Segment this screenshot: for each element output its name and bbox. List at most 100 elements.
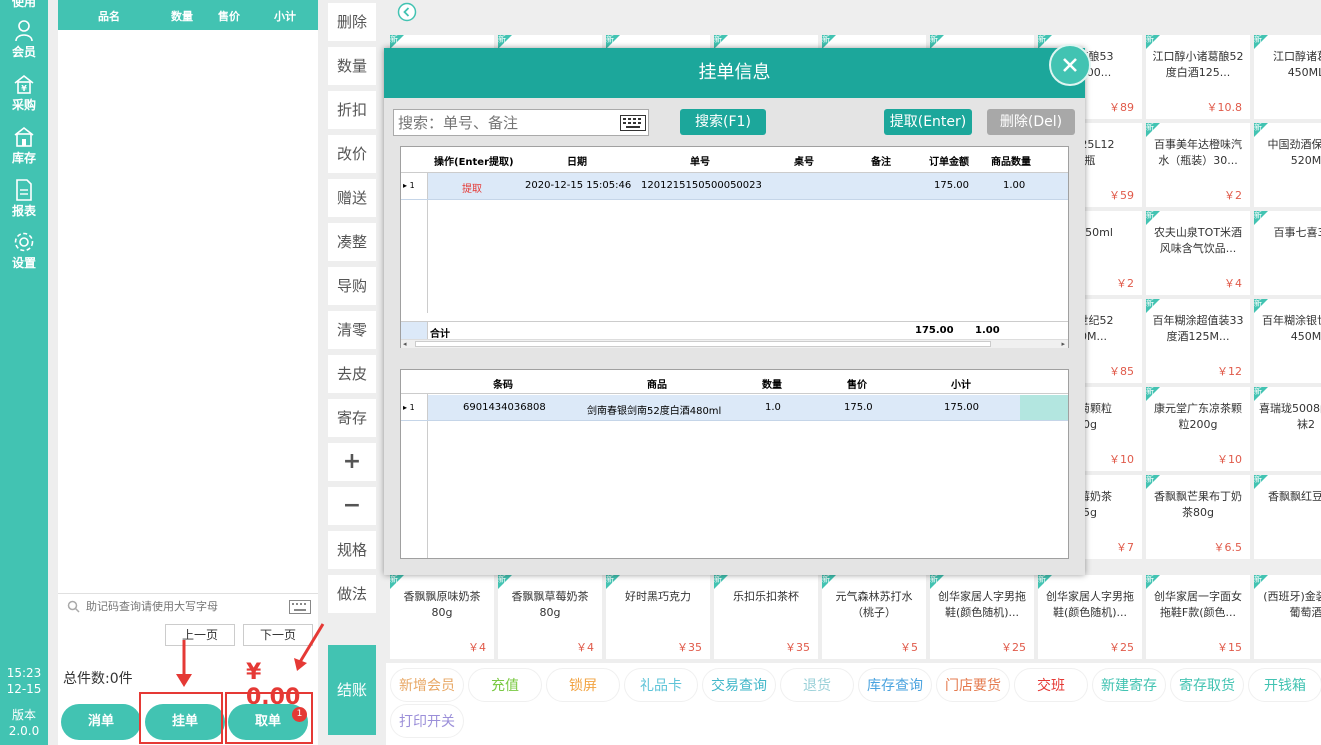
transaction-query-button[interactable]: 交易查询 bbox=[702, 668, 776, 702]
gift-card-button[interactable]: 礼品卡 bbox=[624, 668, 698, 702]
new-tag-label: 新 bbox=[822, 575, 830, 584]
sidebar-item-purchase[interactable]: ¥ 采购 bbox=[0, 73, 48, 113]
lock-screen-button[interactable]: 锁屏 bbox=[546, 668, 620, 702]
product-card[interactable]: 新康元堂广东凉茶颗粒200g ￥10 bbox=[1146, 387, 1250, 471]
keyboard-icon[interactable] bbox=[289, 600, 311, 614]
sidebar-top-item-label[interactable]: 使用 bbox=[0, 0, 48, 10]
return-button[interactable]: 退货 bbox=[780, 668, 854, 702]
product-card[interactable]: 新香飘飘红豆64g bbox=[1254, 475, 1321, 559]
product-price: ￥4 bbox=[1224, 277, 1242, 290]
member-icon bbox=[15, 20, 33, 42]
search-button[interactable]: 搜索(F1) bbox=[680, 109, 766, 135]
guide-button[interactable]: 导购 bbox=[328, 267, 376, 305]
discount-button[interactable]: 折扣 bbox=[328, 91, 376, 129]
close-button[interactable] bbox=[1049, 44, 1091, 86]
new-deposit-button[interactable]: 新建寄存 bbox=[1092, 668, 1166, 702]
shift-change-button[interactable]: 交班 bbox=[1014, 668, 1088, 702]
minus-button[interactable]: − bbox=[328, 487, 376, 525]
tare-button[interactable]: 去皮 bbox=[328, 355, 376, 393]
product-card[interactable]: 新江口醇诸葛酿450ML bbox=[1254, 35, 1321, 119]
extract-button[interactable]: 提取(Enter) bbox=[884, 109, 972, 135]
checkout-button[interactable]: 结账 bbox=[328, 645, 376, 735]
store-request-button[interactable]: 门店要货 bbox=[936, 668, 1010, 702]
quantity-button[interactable]: 数量 bbox=[328, 47, 376, 85]
scroll-right-icon[interactable]: ▸ bbox=[1061, 340, 1065, 348]
stock-query-button[interactable]: 库存查询 bbox=[858, 668, 932, 702]
product-card[interactable]: 新喜瑞珑5008闲男棉袜2 bbox=[1254, 387, 1321, 471]
product-card[interactable]: 新乐扣乐扣茶杯 ￥35 bbox=[714, 575, 818, 659]
items-col-subtotal: 小计 bbox=[951, 380, 971, 391]
order-search-input[interactable] bbox=[398, 112, 613, 133]
product-card[interactable]: 新创华家居人字男拖鞋(颜色随机)... ￥25 bbox=[930, 575, 1034, 659]
sidebar-item-member[interactable]: 会员 bbox=[0, 20, 48, 60]
product-price: ￥10 bbox=[1109, 453, 1134, 466]
product-card[interactable]: 新农夫山泉TOT米酒风味含气饮品... ￥4 bbox=[1146, 211, 1250, 295]
product-name: (西班牙)金装红红葡萄酒 bbox=[1263, 590, 1321, 619]
product-card[interactable]: 新创华家居一字面女拖鞋F款(颜色... ￥15 bbox=[1146, 575, 1250, 659]
mnemonic-search-input[interactable] bbox=[86, 596, 286, 616]
svg-text:¥: ¥ bbox=[21, 84, 27, 93]
clear-order-button[interactable]: 消单 bbox=[61, 704, 141, 740]
spec-button[interactable]: 规格 bbox=[328, 531, 376, 569]
add-member-button[interactable]: 新增会员 bbox=[390, 668, 464, 702]
product-card[interactable]: 新香飘飘原味奶茶80g ￥4 bbox=[390, 575, 494, 659]
item-qty: 1.0 bbox=[765, 402, 781, 413]
product-name: 香飘飘芒果布丁奶茶80g bbox=[1154, 490, 1242, 519]
product-name: 百年糊涂超值装33度酒125M... bbox=[1152, 314, 1244, 343]
table-row[interactable]: ▸ 1 6901434036808 剑南春银剑南52度白酒480ml 1.0 1… bbox=[401, 395, 1068, 421]
dialog-title: 挂单信息 bbox=[384, 48, 1085, 98]
plus-button[interactable]: + bbox=[328, 443, 376, 481]
change-price-button[interactable]: 改价 bbox=[328, 135, 376, 173]
product-card[interactable]: 新中国劲酒保健度520M bbox=[1254, 123, 1321, 207]
order-search-field[interactable] bbox=[393, 109, 649, 136]
product-card[interactable]: 新元气森林苏打水（桃子） ￥5 bbox=[822, 575, 926, 659]
product-card[interactable]: 新香飘飘草莓奶茶80g ￥4 bbox=[498, 575, 602, 659]
product-name: 喜瑞珑5008闲男棉袜2 bbox=[1259, 402, 1321, 431]
product-card[interactable]: 新百年糊涂银世度酒450M bbox=[1254, 299, 1321, 383]
scrollbar-thumb[interactable] bbox=[415, 341, 991, 347]
deposit-button[interactable]: 寄存 bbox=[328, 399, 376, 437]
sidebar-item-report[interactable]: 报表 bbox=[0, 179, 48, 219]
round-up-button[interactable]: 凑整 bbox=[328, 223, 376, 261]
product-name: 农夫山泉TOT米酒风味含气饮品... bbox=[1153, 226, 1243, 255]
delete-button[interactable]: 删除 bbox=[328, 3, 376, 41]
cart-col-price: 售价 bbox=[218, 10, 240, 23]
product-card[interactable]: 新(西班牙)金装红红葡萄酒 bbox=[1254, 575, 1321, 659]
product-price: ￥4 bbox=[468, 641, 486, 654]
back-arrow-icon[interactable] bbox=[397, 2, 417, 22]
extract-link[interactable]: 提取 bbox=[462, 180, 482, 195]
hold-order-dialog: 挂单信息 搜索(F1) 提取(Enter) 删除(Del) 操作(Enter提取… bbox=[384, 44, 1091, 575]
horizontal-scrollbar[interactable]: ◂ ▸ bbox=[401, 339, 1068, 348]
product-card[interactable]: 新百事美年达橙味汽水（瓶装）30... ￥2 bbox=[1146, 123, 1250, 207]
keyboard-icon[interactable] bbox=[620, 115, 646, 131]
table-row[interactable]: ▸ 1 提取 2020-12-15 15:05:46 1201215150500… bbox=[401, 173, 1068, 200]
product-card[interactable]: 新百年糊涂超值装33度酒125M... ￥12 bbox=[1146, 299, 1250, 383]
orders-header: 操作(Enter提取) 日期 单号 桌号 备注 订单金额 商品数量 bbox=[401, 147, 1068, 173]
gift-button[interactable]: 赠送 bbox=[328, 179, 376, 217]
deposit-pickup-button[interactable]: 寄存取货 bbox=[1170, 668, 1244, 702]
sidebar-item-stock[interactable]: 库存 bbox=[0, 126, 48, 166]
recharge-button[interactable]: 充值 bbox=[468, 668, 542, 702]
product-card[interactable]: 新创华家居人字男拖鞋(颜色随机)... ￥25 bbox=[1038, 575, 1142, 659]
scroll-left-icon[interactable]: ◂ bbox=[403, 340, 407, 348]
product-price: ￥85 bbox=[1109, 365, 1134, 378]
print-toggle-button[interactable]: 打印开关 bbox=[390, 704, 464, 738]
product-card[interactable]: 新香飘飘芒果布丁奶茶80g ￥6.5 bbox=[1146, 475, 1250, 559]
zero-out-button[interactable]: 清零 bbox=[328, 311, 376, 349]
row-marker: ▸ 1 bbox=[401, 173, 428, 199]
product-name: 乐扣乐扣茶杯 bbox=[733, 590, 799, 603]
open-cash-drawer-button[interactable]: 开钱箱 bbox=[1248, 668, 1321, 702]
new-tag-label: 新 bbox=[822, 35, 830, 44]
report-icon bbox=[16, 179, 32, 201]
product-card[interactable]: 新百事七喜330 bbox=[1254, 211, 1321, 295]
product-name: 创华家居人字男拖鞋(颜色随机)... bbox=[938, 590, 1026, 619]
cart-table-header: 品名 数量 售价 小计 bbox=[58, 0, 318, 30]
product-card[interactable]: 新江口醇小诸葛酿52度白酒125... ￥10.8 bbox=[1146, 35, 1250, 119]
delete-button[interactable]: 删除(Del) bbox=[987, 109, 1075, 135]
sidebar-item-settings[interactable]: 设置 bbox=[0, 231, 48, 271]
product-card[interactable]: 新好时黑巧克力 ￥35 bbox=[606, 575, 710, 659]
method-button[interactable]: 做法 bbox=[328, 575, 376, 613]
new-tag-label: 新 bbox=[1038, 35, 1046, 44]
product-price: ￥7 bbox=[1116, 541, 1134, 554]
orders-col-action: 操作(Enter提取) bbox=[434, 157, 514, 168]
